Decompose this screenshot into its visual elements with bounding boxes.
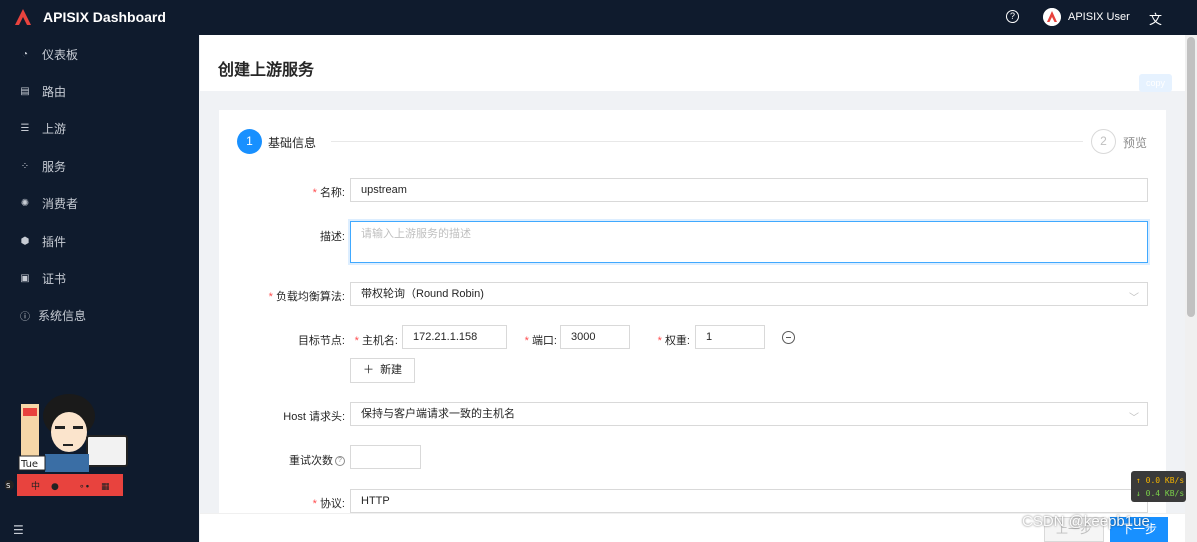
sticker-image: Tue S 中 ● ∘∙ ▦ — [5, 394, 128, 496]
target-nodes-label: 目标节点: — [297, 335, 345, 347]
consumer-icon: ✺ — [20, 198, 30, 209]
sticker-day: Tue — [20, 459, 38, 470]
page-header: 创建上游服务 — [200, 35, 1185, 91]
sidebar-item-label: 仪表板 — [42, 48, 79, 62]
copy-button[interactable]: copy — [1139, 74, 1172, 92]
upstream-icon: ☰ — [20, 123, 30, 134]
port-field[interactable]: 3000 — [560, 325, 630, 349]
top-header: APISIX Dashboard ? APISIX User 文 — [0, 0, 1197, 35]
user-name[interactable]: APISIX User — [1068, 11, 1130, 23]
sidebar-item-label: 插件 — [42, 235, 67, 249]
svg-text:S: S — [6, 482, 11, 490]
sidebar-item-label: 系统信息 — [38, 309, 87, 323]
sidebar-item-label: 消费者 — [42, 197, 79, 211]
dashboard-icon: ◔ — [21, 49, 29, 60]
algorithm-label: * 负载均衡算法: — [268, 291, 345, 303]
question-circle-icon[interactable]: ? — [1006, 10, 1019, 23]
watermark-text: CSDN @keepb1ue — [1022, 513, 1150, 530]
retries-field[interactable] — [350, 445, 421, 469]
description-label: 描述: — [319, 231, 345, 243]
host-header-label: Host 请求头: — [283, 411, 345, 423]
add-node-button[interactable]: ＋ 新建 — [350, 358, 415, 383]
step-1-indicator: 1 — [237, 129, 262, 154]
chevron-down-icon: ﹀ — [1129, 293, 1139, 304]
download-speed: ↓ 0.4 KB/s — [1136, 489, 1185, 498]
avatar[interactable] — [1043, 8, 1061, 26]
step-2-indicator: 2 — [1091, 129, 1116, 154]
sidebar-item-label: 路由 — [42, 85, 67, 99]
apisix-logo-icon[interactable] — [14, 8, 32, 26]
svg-text:▦: ▦ — [101, 482, 110, 492]
port-label: * 端口: — [524, 335, 557, 347]
page-title: 创建上游服务 — [218, 62, 315, 79]
step-1-label: 基础信息 — [268, 136, 317, 150]
name-field[interactable]: upstream — [350, 178, 1148, 202]
protocol-select[interactable]: HTTP — [350, 489, 1148, 513]
step-2-label: 预览 — [1123, 136, 1148, 150]
info-circle-icon: ⓘ — [20, 312, 30, 323]
host-header-select[interactable]: 保持与客户端请求一致的主机名 — [350, 402, 1148, 426]
plus-icon: ＋ — [362, 364, 374, 376]
svg-text:中: 中 — [31, 480, 40, 492]
host-field[interactable]: 172.21.1.158 — [402, 325, 507, 349]
sidebar-item-plugin[interactable]: ⬢ 插件 — [0, 223, 199, 260]
sidebar-item-service[interactable]: ⁘ 服务 — [0, 148, 199, 185]
step-connector — [331, 141, 1083, 142]
retries-label: 重试次数? — [230, 452, 345, 468]
chevron-down-icon: ﹀ — [1129, 413, 1139, 424]
app-title[interactable]: APISIX Dashboard — [43, 9, 166, 25]
translate-icon[interactable]: 文 — [1149, 9, 1162, 28]
sidebar-item-route[interactable]: ▤ 路由 — [0, 73, 199, 110]
vertical-scrollbar[interactable] — [1185, 35, 1197, 542]
question-circle-icon[interactable]: ? — [335, 456, 345, 467]
sidebar-item-consumer[interactable]: ✺ 消费者 — [0, 185, 199, 222]
certificate-icon: ▣ — [20, 273, 30, 284]
sidebar-item-upstream[interactable]: ☰ 上游 — [0, 110, 199, 147]
form-card — [219, 110, 1166, 542]
weight-label: * 权重: — [657, 335, 690, 347]
sidebar-item-label: 上游 — [42, 122, 67, 136]
plugin-icon: ⬢ — [20, 236, 30, 247]
weight-field[interactable]: 1 — [695, 325, 765, 349]
host-label: * 主机名: — [354, 335, 398, 347]
service-icon: ⁘ — [20, 161, 30, 172]
svg-text:∘∙: ∘∙ — [79, 482, 90, 492]
svg-text:●: ● — [51, 482, 59, 492]
route-icon: ▤ — [20, 86, 30, 97]
sidebar-item-dashboard[interactable]: ◔ 仪表板 — [0, 36, 199, 73]
scrollbar-thumb[interactable] — [1187, 37, 1195, 317]
sidebar-item-certificate[interactable]: ▣ 证书 — [0, 260, 199, 297]
sidebar-item-label: 证书 — [42, 272, 67, 286]
upload-speed: ↑ 0.0 KB/s — [1136, 476, 1185, 485]
algorithm-select[interactable]: 带权轮询（Round Robin) — [350, 282, 1148, 306]
menu-fold-icon[interactable]: ☰ — [13, 523, 24, 537]
description-field[interactable]: 请输入上游服务的描述 — [350, 221, 1148, 263]
name-label: * 名称: — [312, 187, 345, 199]
sidebar-item-system-info[interactable]: ⓘ 系统信息 — [0, 297, 199, 334]
network-speed-widget: ↑ 0.0 KB/s ↓ 0.4 KB/s — [1131, 471, 1186, 502]
sidebar-item-label: 服务 — [42, 160, 67, 174]
minus-circle-icon[interactable] — [782, 331, 795, 344]
protocol-label: * 协议: — [312, 498, 345, 510]
